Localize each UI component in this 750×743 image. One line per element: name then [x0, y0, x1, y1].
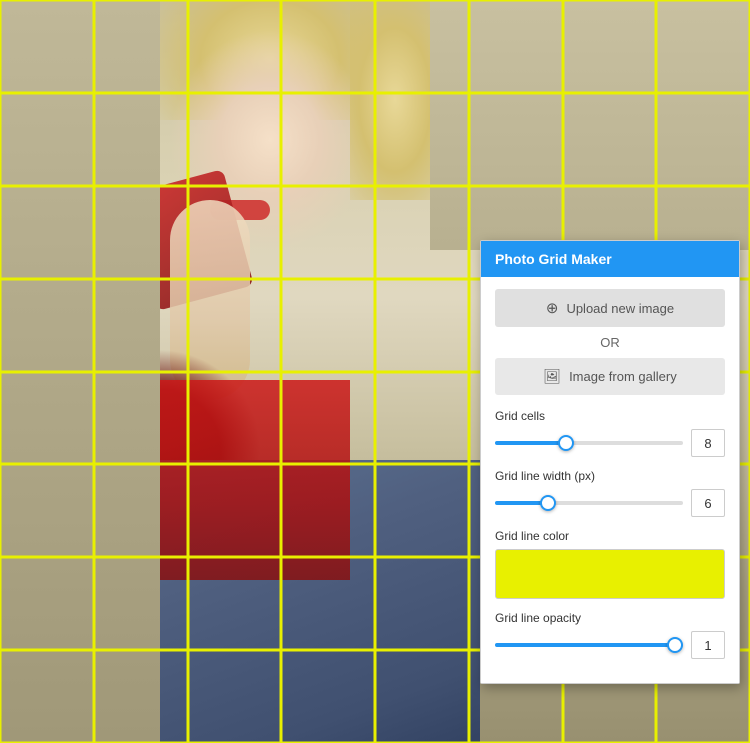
grid-opacity-slider-container — [495, 635, 683, 655]
or-divider: OR — [495, 335, 725, 350]
grid-opacity-label: Grid line opacity — [495, 611, 725, 625]
grid-line-width-label: Grid line width (px) — [495, 469, 725, 483]
grid-line-color-label: Grid line color — [495, 529, 725, 543]
grid-opacity-value: 1 — [691, 631, 725, 659]
grid-line-width-control: 6 — [495, 489, 725, 517]
or-text: OR — [600, 335, 620, 350]
grid-opacity-control: 1 — [495, 631, 725, 659]
panel-title: Photo Grid Maker — [495, 251, 612, 267]
upload-label: Upload new image — [566, 301, 674, 316]
grid-line-width-slider-container — [495, 493, 683, 513]
grid-line-width-slider[interactable] — [495, 501, 683, 505]
panel-header: Photo Grid Maker — [481, 241, 739, 277]
upload-button[interactable]: ⊕ Upload new image — [495, 289, 725, 327]
gallery-label: Image from gallery — [569, 369, 677, 384]
grid-color-swatch[interactable] — [495, 549, 725, 599]
grid-cells-slider[interactable] — [495, 441, 683, 445]
gallery-icon: 🖼 — [543, 368, 561, 385]
grid-cells-slider-container — [495, 433, 683, 453]
upload-icon: ⊕ — [546, 299, 559, 317]
grid-cells-control: 8 — [495, 429, 725, 457]
control-panel: Photo Grid Maker ⊕ Upload new image OR 🖼… — [480, 240, 740, 684]
grid-cells-value: 8 — [691, 429, 725, 457]
panel-body: ⊕ Upload new image OR 🖼 Image from galle… — [481, 277, 739, 683]
grid-line-width-value: 6 — [691, 489, 725, 517]
grid-cells-label: Grid cells — [495, 409, 725, 423]
gallery-button[interactable]: 🖼 Image from gallery — [495, 358, 725, 395]
grid-opacity-slider[interactable] — [495, 643, 683, 647]
